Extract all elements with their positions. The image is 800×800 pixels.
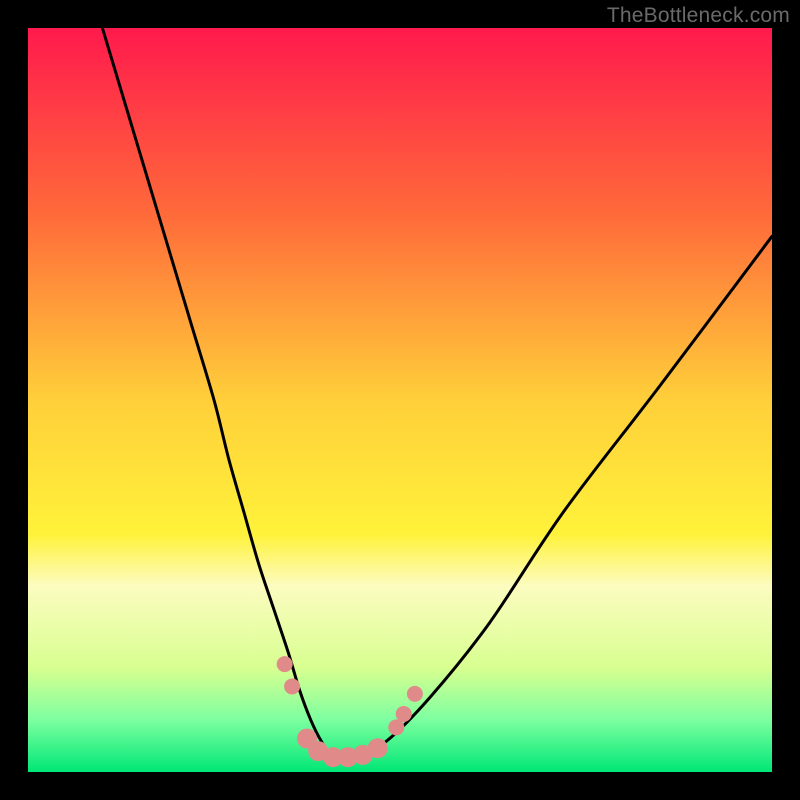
plot-region xyxy=(28,28,772,772)
marker-point xyxy=(388,719,404,735)
gradient-background xyxy=(28,28,772,772)
marker-point xyxy=(284,678,300,694)
marker-point xyxy=(368,738,388,758)
marker-point xyxy=(396,706,412,722)
marker-point xyxy=(407,686,423,702)
watermark-text: TheBottleneck.com xyxy=(607,4,790,28)
bottleneck-chart xyxy=(28,28,772,772)
chart-frame: TheBottleneck.com xyxy=(0,0,800,800)
marker-point xyxy=(277,656,293,672)
